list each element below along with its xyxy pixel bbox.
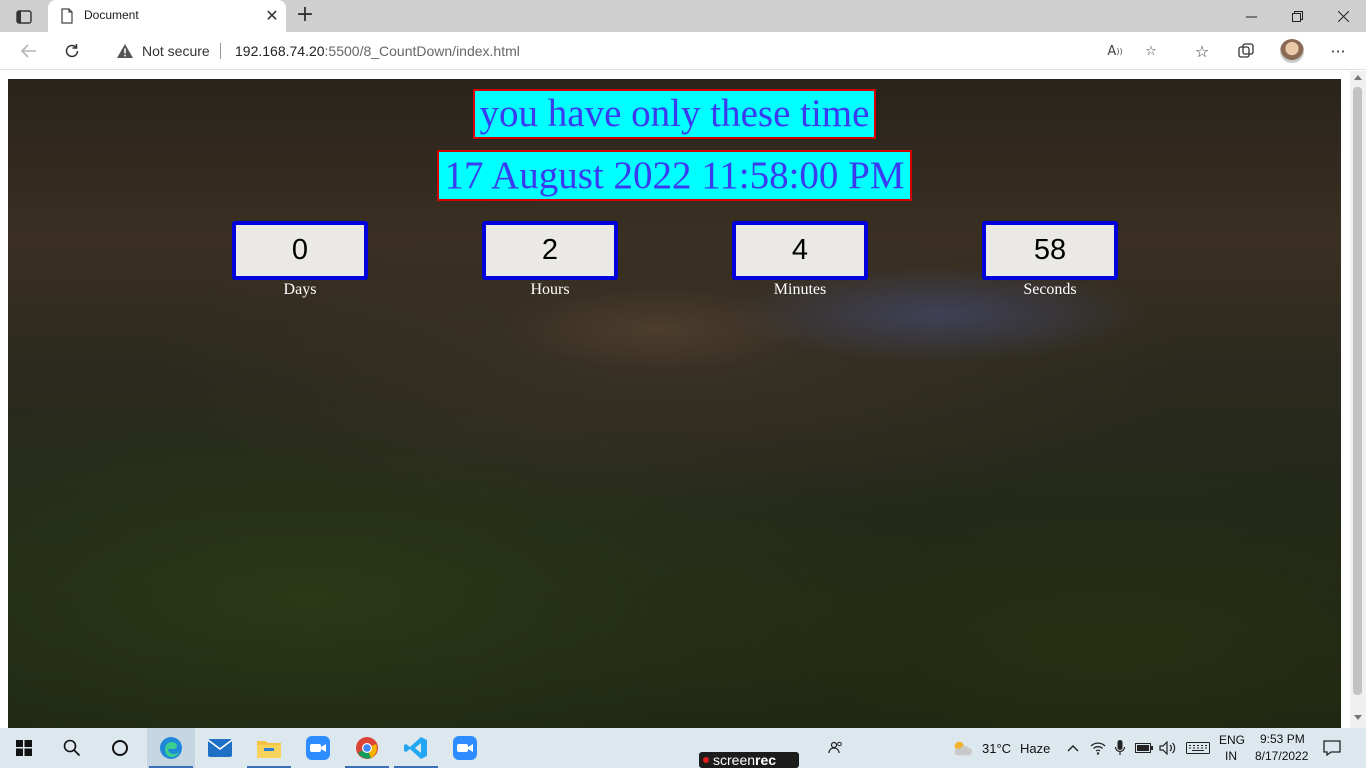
countdown-seconds: 58 Seconds [982,221,1120,299]
search-button[interactable] [48,728,96,768]
refresh-button[interactable] [57,37,87,65]
windows-logo-icon [16,740,32,756]
notification-center-icon[interactable] [1322,738,1342,758]
scroll-thumb[interactable] [1353,87,1362,695]
weather-desc[interactable]: Haze [1020,741,1050,756]
days-label: Days [283,281,317,298]
tab-close-icon[interactable]: ✕ [262,6,282,26]
browser-tab-bar: Document ✕ + [0,0,1366,32]
chevron-up-icon[interactable] [1063,738,1083,758]
days-value: 0 [232,221,368,280]
back-arrow-icon [21,44,36,58]
hours-value: 2 [482,221,618,280]
close-window-button[interactable] [1320,0,1366,32]
countdown-hours: 2 Hours [482,221,620,299]
address-bar[interactable]: Not secure 192.168.74.20:5500/8_CountDow… [98,35,1170,67]
people-icon[interactable] [826,738,846,758]
speaker-icon[interactable] [1158,738,1178,758]
scroll-up-arrow-icon[interactable] [1354,75,1362,80]
taskbar-file-explorer[interactable] [245,728,293,768]
screenrec-brand-b: rec [755,752,777,768]
minimize-button[interactable] [1228,0,1274,32]
taskbar-zoom[interactable] [294,728,342,768]
vscode-icon [404,737,427,759]
collections-icon[interactable] [1234,40,1258,62]
page-viewport: you have only these time 17 August 2022 … [0,71,1366,728]
tab-title: Document [84,8,139,22]
taskbar-edge[interactable] [147,728,195,768]
chrome-icon [356,737,378,759]
search-icon [63,739,81,757]
read-aloud-icon[interactable]: A)) [1104,41,1126,61]
clock-time[interactable]: 9:53 PM [1260,732,1305,746]
page-heading: you have only these time [473,89,876,139]
tab-actions-menu-button[interactable] [8,6,40,28]
keyboard-icon[interactable] [1185,738,1211,758]
hours-label: Hours [530,281,570,298]
countdown-page: you have only these time 17 August 2022 … [8,79,1341,728]
folder-icon [257,741,281,758]
active-tab[interactable]: Document ✕ [48,0,286,32]
add-favorite-icon[interactable]: ☆ [1140,41,1162,61]
language-top[interactable]: ENG [1219,733,1245,747]
warning-icon [117,44,133,58]
close-icon [1337,10,1349,22]
minimize-icon [1245,16,1257,17]
record-dot-icon [703,757,709,763]
countdown-minutes: 4 Minutes [732,221,870,299]
target-date: 17 August 2022 11:58:00 PM [437,150,912,201]
battery-icon[interactable] [1134,738,1154,758]
windows-taskbar: screenrec 31°C Haze ENG IN 9:53 PM 8/17/… [0,728,1366,768]
address-separator [220,43,221,59]
screenrec-brand-a: screen [713,752,756,768]
clock-date[interactable]: 8/17/2022 [1255,749,1308,763]
url-text: 192.168.74.20:5500/8_CountDown/index.htm… [235,43,520,59]
language-bottom[interactable]: IN [1225,749,1237,763]
url-host: 192.168.74.20 [235,43,325,59]
favorites-icon[interactable]: ☆ [1190,40,1214,62]
seconds-value: 58 [982,221,1118,280]
cortana-circle-icon [112,740,128,756]
edge-icon [160,737,182,759]
vertical-scrollbar[interactable] [1350,71,1366,728]
refresh-icon [65,44,79,58]
screenrec-overlay: screenrec [699,752,799,768]
taskbar-mail[interactable] [196,728,244,768]
zoom-icon [306,736,330,760]
taskbar-vscode[interactable] [392,728,440,768]
back-button[interactable] [14,37,44,65]
zoom-meetings-icon [453,736,477,760]
browser-toolbar: Not secure 192.168.74.20:5500/8_CountDow… [0,32,1366,70]
countdown-days: 0 Days [232,221,370,299]
weather-icon[interactable] [952,738,972,758]
minutes-label: Minutes [773,281,827,298]
security-label: Not secure [142,43,210,59]
taskbar-chrome[interactable] [343,728,391,768]
page-icon [61,8,73,24]
new-tab-button[interactable]: + [292,4,318,28]
seconds-label: Seconds [1023,281,1077,298]
wifi-icon[interactable] [1088,738,1108,758]
mail-icon [208,739,232,757]
microphone-icon[interactable] [1110,738,1130,758]
weather-temp[interactable]: 31°C [982,741,1011,756]
url-path: :5500/8_CountDown/index.html [324,43,520,59]
more-menu-icon[interactable]: ··· [1326,40,1350,62]
profile-avatar[interactable] [1280,39,1304,63]
cortana-button[interactable] [96,728,144,768]
start-button[interactable] [0,728,48,768]
restore-icon [1291,10,1303,22]
taskbar-zoom-2[interactable] [441,728,489,768]
minutes-value: 4 [732,221,868,280]
restore-button[interactable] [1274,0,1320,32]
tab-actions-icon [16,10,32,24]
scroll-down-arrow-icon[interactable] [1354,715,1362,720]
